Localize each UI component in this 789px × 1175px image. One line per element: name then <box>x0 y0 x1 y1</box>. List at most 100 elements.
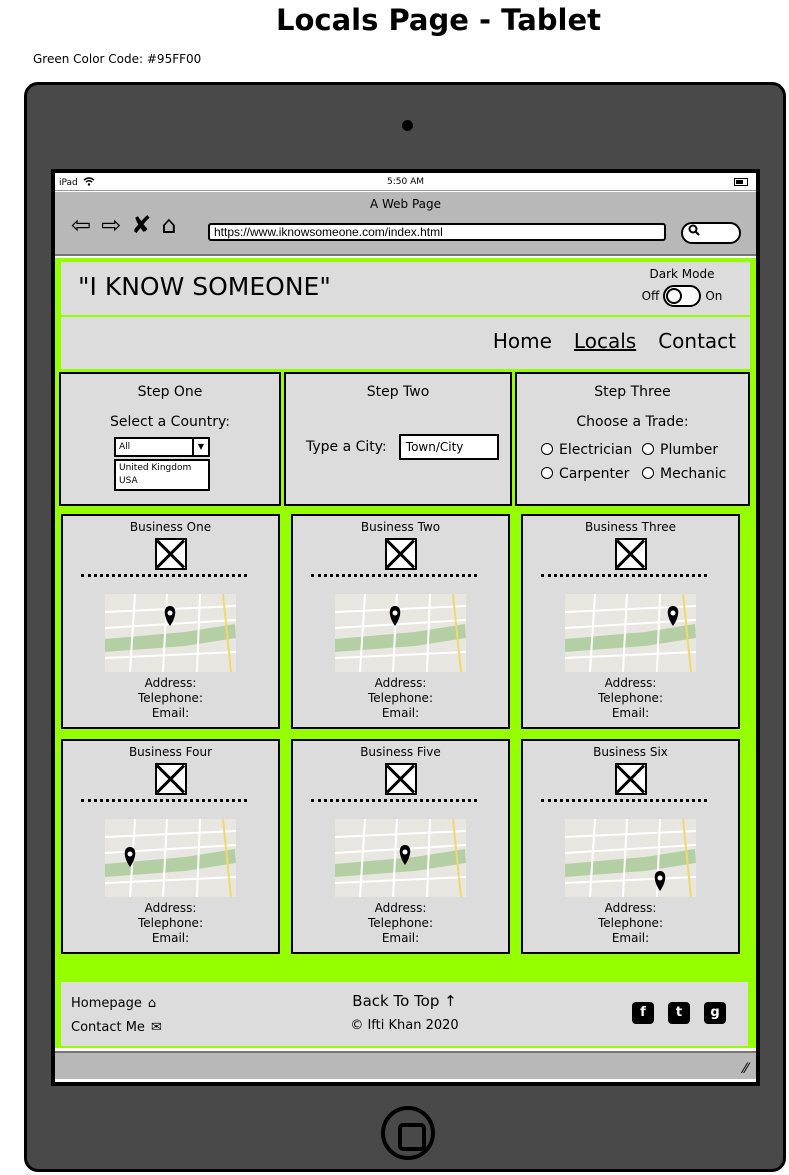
trade-option-plumber[interactable]: Plumber <box>642 442 737 458</box>
trade-option-electrician[interactable]: Electrician <box>541 442 642 458</box>
site-logo[interactable]: "I KNOW SOMEONE" <box>78 272 331 301</box>
email-label: Email: <box>381 931 420 945</box>
social-links: f t g <box>632 1002 726 1024</box>
dark-mode-on-label: On <box>705 289 723 303</box>
filter-step-two: Step Two Type a City: Town/City <box>284 372 512 506</box>
color-code-note: Green Color Code: #95FF00 <box>33 52 202 66</box>
facebook-icon[interactable]: f <box>632 1002 654 1024</box>
arrow-up-icon: ↑ <box>444 992 457 1010</box>
home-icon[interactable]: ⌂ <box>161 210 176 240</box>
city-label: Type a City: <box>306 439 387 455</box>
browser-bottom-bar: ⁄⁄ <box>55 1051 756 1079</box>
country-option[interactable]: United Kingdom <box>119 462 205 475</box>
business-name: Business Three <box>584 520 677 534</box>
business-grid: Business One Address: Telephone: Email: … <box>61 514 748 954</box>
image-placeholder-icon <box>155 538 187 570</box>
map-thumbnail[interactable] <box>335 594 466 672</box>
back-to-top-label: Back To Top <box>352 992 440 1010</box>
step-one-title: Step One <box>137 384 203 400</box>
nav-link-contact[interactable]: Contact <box>658 329 736 353</box>
status-bar: iPad 5:50 AM <box>55 173 756 191</box>
business-info: Address: Telephone: Email: <box>293 901 508 946</box>
telephone-label: Telephone: <box>138 916 203 930</box>
business-name: Business Two <box>360 520 441 534</box>
image-placeholder-icon <box>385 763 417 795</box>
filter-step-three: Step Three Choose a Trade: Electrician P… <box>515 372 750 506</box>
telephone-label: Telephone: <box>598 691 663 705</box>
map-thumbnail[interactable] <box>105 594 236 672</box>
business-name: Business Four <box>128 745 213 759</box>
radio-button[interactable] <box>541 467 553 479</box>
trade-label: Plumber <box>660 442 719 458</box>
radio-button[interactable] <box>541 443 553 455</box>
email-label: Email: <box>611 931 650 945</box>
country-select[interactable]: All ▼ <box>114 437 210 457</box>
address-label: Address: <box>374 676 427 690</box>
step-one-label: Select a Country: <box>110 414 230 430</box>
site-header: "I KNOW SOMEONE" Dark Mode Off On <box>61 262 750 316</box>
business-card[interactable]: Business Four Address: Telephone: Email: <box>61 739 280 954</box>
browser-chrome: A Web Page ⇦ ⇨ ✘ ⌂ https://www.iknowsome… <box>55 192 756 256</box>
resize-handle-icon[interactable]: ⁄⁄ <box>743 1061 748 1077</box>
radio-button[interactable] <box>642 443 654 455</box>
site-nav: Home Locals Contact <box>61 317 750 369</box>
radio-button[interactable] <box>642 467 654 479</box>
browser-title: A Web Page <box>369 197 442 211</box>
image-placeholder-icon <box>155 763 187 795</box>
twitter-icon[interactable]: t <box>668 1002 690 1024</box>
step-two-title: Step Two <box>366 384 430 400</box>
site-footer: Homepage ⌂ Contact Me ✉ Back To Top ↑ © If… <box>61 982 748 1046</box>
city-input[interactable]: Town/City <box>398 434 499 460</box>
country-options: United Kingdom USA <box>114 459 210 491</box>
address-label: Address: <box>144 901 197 915</box>
business-card[interactable]: Business Two Address: Telephone: Email: <box>291 514 510 729</box>
trade-label: Mechanic <box>660 466 727 482</box>
github-icon[interactable]: g <box>704 1002 726 1024</box>
dark-mode-off-label: Off <box>641 289 660 303</box>
map-thumbnail[interactable] <box>335 819 466 897</box>
image-placeholder-icon <box>385 538 417 570</box>
close-icon[interactable]: ✘ <box>131 210 151 240</box>
business-card[interactable]: Business One Address: Telephone: Email: <box>61 514 280 729</box>
trade-option-carpenter[interactable]: Carpenter <box>541 466 642 482</box>
business-card[interactable]: Business Three Address: Telephone: Email… <box>521 514 740 729</box>
trade-options: Electrician Plumber Carpenter Mechanic <box>541 442 737 482</box>
business-card[interactable]: Business Six Address: Telephone: Email: <box>521 739 740 954</box>
business-info: Address: Telephone: Email: <box>293 676 508 721</box>
country-option[interactable]: USA <box>119 475 205 488</box>
dark-mode-label: Dark Mode <box>649 267 715 281</box>
url-bar[interactable]: https://www.iknowsomeone.com/index.html <box>208 223 666 241</box>
camera-icon <box>402 120 413 131</box>
step-three-title: Step Three <box>594 384 671 400</box>
dark-mode-toggle[interactable] <box>663 285 702 307</box>
trade-label: Carpenter <box>559 466 630 482</box>
tablet-screen: iPad 5:50 AM A Web Page ⇦ ⇨ ✘ ⌂ https://… <box>51 169 760 1086</box>
nav-link-home[interactable]: Home <box>493 329 552 353</box>
address-label: Address: <box>604 676 657 690</box>
description-text <box>311 799 477 805</box>
toggle-knob <box>666 288 683 304</box>
search-icon <box>688 224 700 239</box>
telephone-label: Telephone: <box>598 916 663 930</box>
address-label: Address: <box>604 901 657 915</box>
business-info: Address: Telephone: Email: <box>523 901 738 946</box>
business-info: Address: Telephone: Email: <box>63 901 278 946</box>
forward-arrow-icon[interactable]: ⇨ <box>101 210 121 240</box>
telephone-label: Telephone: <box>138 691 203 705</box>
back-arrow-icon[interactable]: ⇦ <box>71 210 91 240</box>
trade-option-mechanic[interactable]: Mechanic <box>642 466 737 482</box>
email-label: Email: <box>611 706 650 720</box>
email-label: Email: <box>381 706 420 720</box>
map-thumbnail[interactable] <box>105 819 236 897</box>
home-button[interactable] <box>381 1106 435 1160</box>
map-thumbnail[interactable] <box>565 594 696 672</box>
chevron-down-icon[interactable]: ▼ <box>192 439 208 455</box>
image-placeholder-icon <box>615 538 647 570</box>
business-card[interactable]: Business Five Address: Telephone: Email: <box>291 739 510 954</box>
nav-link-locals[interactable]: Locals <box>574 329 636 353</box>
email-label: Email: <box>151 931 190 945</box>
business-name: Business One <box>129 520 212 534</box>
map-thumbnail[interactable] <box>565 819 696 897</box>
browser-search-input[interactable] <box>681 222 741 244</box>
description-text <box>541 574 707 580</box>
